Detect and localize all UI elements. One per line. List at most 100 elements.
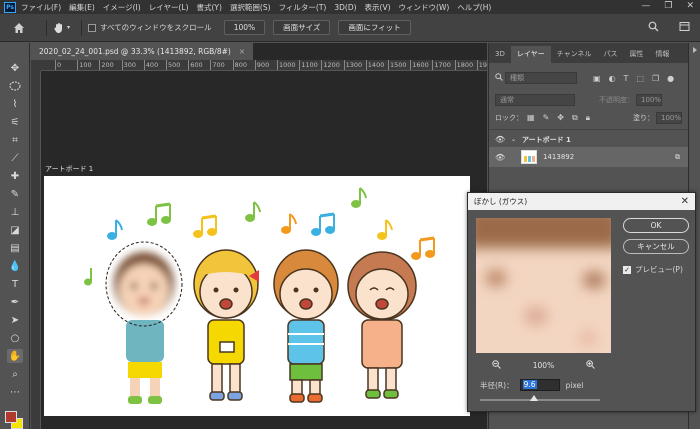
collapse-arrow-icon[interactable] (692, 47, 697, 53)
stamp-tool-icon[interactable]: ⊥ (7, 205, 23, 219)
eraser-tool-icon[interactable]: ◪ (7, 223, 23, 237)
artboard-canvas[interactable] (44, 176, 470, 416)
eyedropper-tool-icon[interactable]: ⟋ (7, 151, 23, 165)
panel-tabs: 3D レイヤー チャンネル パス 属性 情報 (489, 43, 688, 63)
visibility-eye-icon[interactable]: 👁︎ (495, 135, 505, 144)
marquee-tool-icon[interactable] (7, 79, 23, 93)
hand-tool-preset-icon[interactable]: ▾ (53, 22, 75, 34)
maximize-button[interactable]: ❐ (664, 1, 672, 11)
filter-toggle-icon[interactable]: ● (667, 74, 674, 83)
menu-window[interactable]: ウィンドウ(W) (399, 2, 450, 13)
ellipse-tool-icon[interactable]: ○ (7, 331, 23, 345)
tab-properties[interactable]: 属性 (623, 46, 649, 63)
hand-tool-icon[interactable]: ✋ (7, 349, 23, 363)
vertical-ruler[interactable] (31, 71, 41, 429)
brush-tool-icon[interactable]: ✎ (7, 187, 23, 201)
tab-layers[interactable]: レイヤー (510, 46, 551, 63)
gradient-tool-icon[interactable]: ▤ (7, 241, 23, 255)
options-bar: ▾ すべてのウィンドウをスクロール 100% 画面サイズ 画面にフィット (0, 14, 700, 42)
preview-checkbox-row[interactable]: ✓ プレビュー(P) (623, 264, 683, 275)
ok-button[interactable]: OK (623, 218, 689, 233)
menu-filter[interactable]: フィルター(T) (279, 2, 327, 13)
menu-select[interactable]: 選択範囲(S) (230, 2, 271, 13)
lock-pixels-icon[interactable]: ✎ (543, 113, 550, 123)
child-2 (193, 249, 259, 401)
workspace-icon[interactable] (679, 21, 690, 34)
blur-preview[interactable] (476, 218, 611, 353)
opacity-field[interactable]: 100% (636, 94, 662, 106)
chevron-down-icon[interactable]: ⌄ (511, 136, 516, 143)
close-window-button[interactable]: ✕ (686, 1, 694, 11)
minimize-button[interactable]: — (641, 1, 650, 11)
radius-slider-track[interactable] (480, 399, 600, 401)
pixel-filter-icon[interactable]: ▣ (593, 74, 601, 83)
tools-panel: ✥ ⌇ ⚟ ⌗ ⟋ ✚ ✎ ⊥ ◪ ▤ 💧 T ✒ ➤ ○ ✋ ⌕ ⋯ (0, 43, 30, 429)
artboard-label[interactable]: アートボード 1 (45, 164, 93, 174)
ruler-number: 1700 (434, 61, 451, 69)
horizontal-ruler[interactable]: 0 100 200 300 400 500 600 700 800 900 1000 1100 1200… (41, 60, 487, 71)
menu-edit[interactable]: 編集(E) (69, 2, 95, 13)
menu-type[interactable]: 書式(Y) (197, 2, 222, 13)
layer-row-artboard[interactable]: 👁︎ ⌄ アートボード 1 (489, 129, 688, 149)
ruler-tick (454, 60, 456, 70)
document-tab[interactable]: 2020_02_24_001.psd @ 33.3% (1413892, RGB… (31, 43, 255, 60)
quick-select-tool-icon[interactable]: ⚟ (7, 115, 23, 129)
pen-tool-icon[interactable]: ✒ (7, 295, 23, 309)
menu-help[interactable]: ヘルプ(H) (457, 2, 491, 13)
radius-value: 9.6 (522, 380, 537, 389)
close-icon[interactable]: ✕ (681, 193, 689, 210)
layer-kind-filter[interactable]: 種類 (505, 72, 577, 84)
move-tool-icon[interactable]: ✥ (7, 61, 23, 75)
fill-field[interactable]: 100% (656, 112, 682, 124)
fit-screen-button[interactable]: 画面サイズ (273, 20, 331, 35)
foreground-color-swatch[interactable] (5, 411, 17, 423)
fill-screen-button[interactable]: 画面にフィット (338, 20, 411, 35)
tab-info[interactable]: 情報 (649, 46, 675, 63)
dialog-titlebar[interactable]: ぼかし (ガウス) ✕ (468, 193, 695, 210)
fill-label: 塗り： (633, 114, 654, 122)
radius-input[interactable]: 9.6 (519, 379, 560, 391)
zoom-100-button[interactable]: 100% (223, 20, 266, 35)
ruler-tick (388, 60, 389, 70)
ruler-number: 0 (57, 61, 62, 69)
smart-filter-icon[interactable]: ❐ (652, 74, 659, 83)
healing-brush-tool-icon[interactable]: ✚ (7, 169, 23, 183)
ruler-number: 1100 (301, 61, 318, 69)
ruler-origin[interactable] (31, 60, 41, 71)
tab-3d[interactable]: 3D (489, 46, 511, 63)
tab-paths[interactable]: パス (597, 46, 623, 63)
scroll-all-checkbox[interactable] (88, 23, 96, 32)
menu-layer[interactable]: レイヤー(L) (149, 2, 189, 13)
menu-view[interactable]: 表示(V) (365, 2, 391, 13)
type-tool-icon[interactable]: T (7, 277, 23, 291)
more-tools-icon[interactable]: ⋯ (7, 385, 23, 399)
lasso-tool-icon[interactable]: ⌇ (7, 97, 23, 111)
shape-filter-icon[interactable]: ⬚ (636, 74, 644, 83)
zoom-tool-icon[interactable]: ⌕ (7, 367, 23, 381)
home-icon[interactable] (12, 21, 26, 35)
search-icon[interactable] (648, 21, 659, 34)
tab-channels[interactable]: チャンネル (551, 46, 598, 63)
path-select-tool-icon[interactable]: ➤ (7, 313, 23, 327)
menu-3d[interactable]: 3D(D) (334, 3, 356, 12)
crop-tool-icon[interactable]: ⌗ (7, 133, 23, 147)
lock-artboard-icon[interactable]: ⧉ (572, 113, 578, 123)
lock-transparent-icon[interactable]: ▦ (527, 113, 535, 123)
blur-tool-icon[interactable]: 💧 (7, 259, 23, 273)
close-tab-icon[interactable]: × (239, 47, 245, 56)
preview-checkbox[interactable]: ✓ (623, 265, 631, 274)
lock-position-icon[interactable]: ✥ (557, 113, 564, 123)
menu-file[interactable]: ファイル(F) (21, 2, 61, 13)
layer-row-1413892[interactable]: 👁︎ 1413892 ⧉ (489, 147, 688, 167)
adjustment-filter-icon[interactable]: ◐ (609, 74, 616, 83)
visibility-eye-icon[interactable]: 👁︎ (495, 153, 505, 162)
zoom-out-icon[interactable] (492, 360, 501, 371)
blend-mode-select[interactable]: 通常 (495, 94, 575, 106)
type-filter-icon[interactable]: T (624, 74, 629, 83)
cancel-button[interactable]: キャンセル (623, 239, 689, 254)
lock-all-icon[interactable]: 🔒︎ (586, 113, 590, 123)
child-4 (347, 251, 417, 399)
zoom-in-icon[interactable] (586, 360, 595, 371)
menu-image[interactable]: イメージ(I) (103, 2, 141, 13)
radius-slider-thumb[interactable] (530, 395, 538, 401)
